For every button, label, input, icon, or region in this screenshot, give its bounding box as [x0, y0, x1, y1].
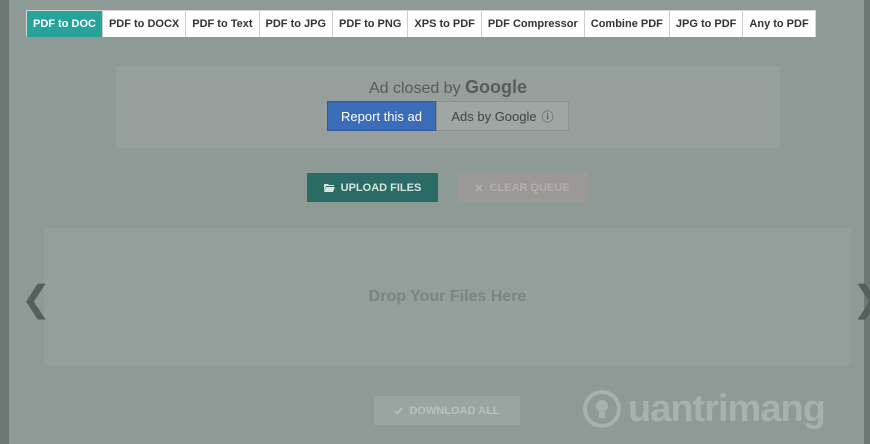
tab-pdf-to-doc[interactable]: PDF to DOC [27, 11, 103, 37]
clear-queue-label: CLEAR QUEUE [489, 181, 570, 194]
ad-button-group: Report this ad Ads by Google ⓘ [116, 101, 780, 131]
download-all-label: DOWNLOAD ALL [409, 404, 500, 417]
left-frame-edge [0, 0, 9, 444]
clear-queue-button[interactable]: CLEAR QUEUE [457, 173, 588, 202]
watermark-logo: uantrimang [582, 386, 826, 432]
prev-arrow-icon[interactable]: ❮ [21, 281, 51, 317]
drop-files-text: Drop Your Files Here [368, 287, 527, 305]
right-frame-edge [864, 0, 870, 444]
report-ad-button[interactable]: Report this ad [327, 101, 436, 131]
tab-any-to-pdf[interactable]: Any to PDF [743, 11, 815, 37]
google-brand: Google [465, 77, 528, 97]
tab-combine-pdf[interactable]: Combine PDF [584, 11, 670, 37]
lightbulb-logo-icon [583, 390, 621, 428]
tab-pdf-to-docx[interactable]: PDF to DOCX [102, 11, 187, 37]
tab-pdf-to-jpg[interactable]: PDF to JPG [259, 11, 334, 37]
ads-by-google-button[interactable]: Ads by Google ⓘ [436, 101, 569, 131]
folder-open-icon [323, 184, 335, 192]
tab-pdf-compressor[interactable]: PDF Compressor [481, 11, 585, 37]
close-icon [475, 183, 484, 192]
download-all-button[interactable]: DOWNLOAD ALL [374, 396, 520, 425]
tab-pdf-to-png[interactable]: PDF to PNG [333, 11, 409, 37]
next-arrow-icon[interactable]: ❯ [852, 281, 870, 317]
tab-jpg-to-pdf[interactable]: JPG to PDF [669, 11, 744, 37]
upload-files-button[interactable]: UPLOAD FILES [307, 173, 438, 202]
ad-closed-panel: Ad closed by Google Report this ad Ads b… [116, 66, 780, 148]
ads-by-google-label: Ads by Google [451, 108, 537, 124]
ad-closed-prefix: Ad closed by [368, 80, 461, 97]
check-icon [394, 406, 404, 415]
ad-closed-message: Ad closed by Google [116, 77, 780, 98]
tool-tab-bar: PDF to DOC PDF to DOCX PDF to Text PDF t… [26, 10, 816, 37]
tab-pdf-to-text[interactable]: PDF to Text [186, 11, 260, 37]
file-drop-zone[interactable]: Drop Your Files Here [44, 228, 851, 365]
upload-files-label: UPLOAD FILES [340, 181, 422, 194]
tab-xps-to-pdf[interactable]: XPS to PDF [408, 11, 482, 37]
info-icon: ⓘ [541, 109, 554, 124]
watermark-text: uantrimang [628, 387, 826, 430]
